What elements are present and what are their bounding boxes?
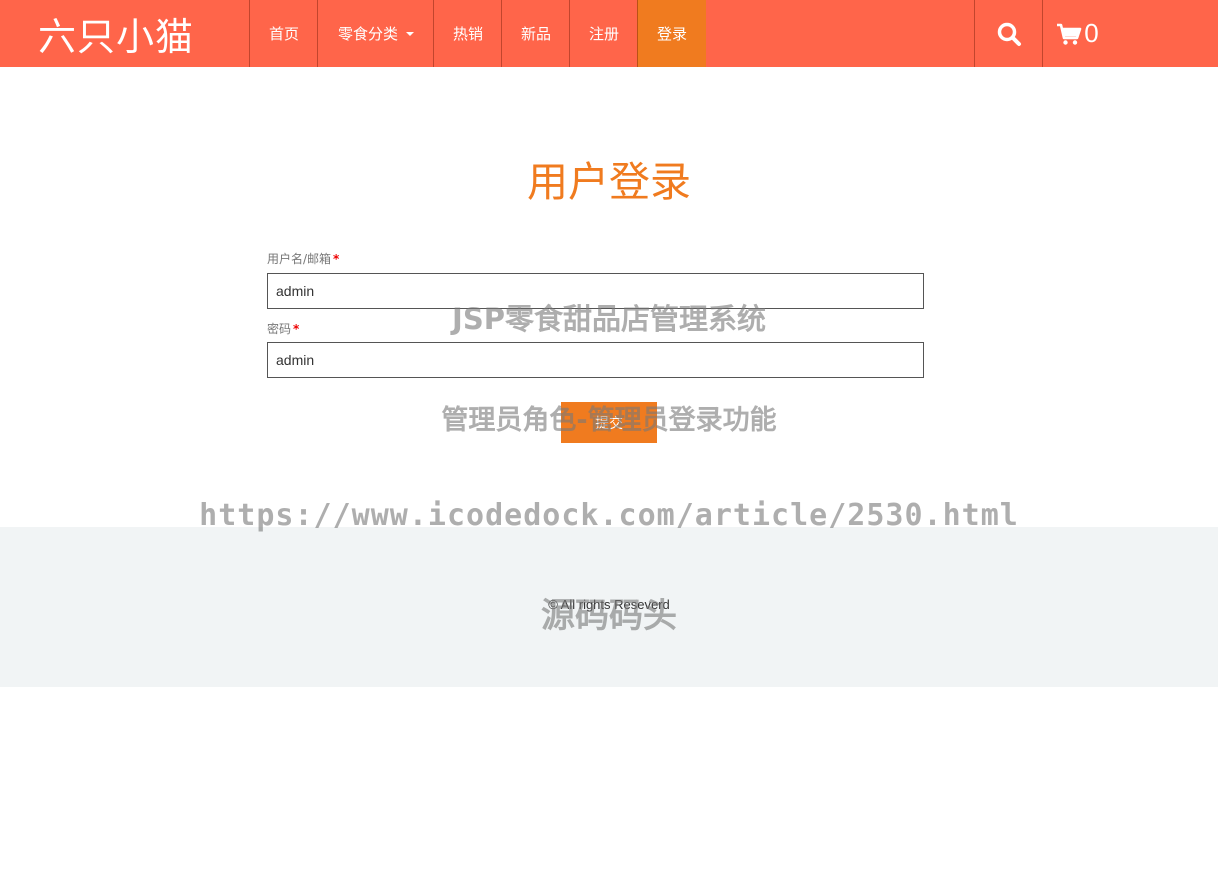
- brand-logo[interactable]: 六只小猫: [0, 0, 249, 67]
- nav-login-label: 登录: [656, 25, 687, 43]
- cart-icon: [1057, 23, 1082, 45]
- nav-register[interactable]: 注册: [569, 0, 638, 67]
- required-asterisk: *: [293, 322, 300, 336]
- username-label-text: 用户名/邮箱: [267, 252, 332, 266]
- submit-button[interactable]: 提交: [561, 402, 657, 443]
- copyright-text: © All rights Reseverd: [548, 597, 670, 612]
- nav-home-label: 首页: [268, 25, 299, 43]
- password-input[interactable]: [267, 342, 924, 378]
- search-icon: [997, 22, 1021, 46]
- cart-button[interactable]: 0: [1042, 0, 1112, 67]
- caret-down-icon: [406, 31, 414, 36]
- top-navbar: 六只小猫 首页 零食分类 热销 新品 注册 登录 0: [0, 0, 1218, 67]
- nav-new-label: 新品: [520, 25, 551, 43]
- nav-hot-label: 热销: [452, 25, 483, 43]
- nav-hot[interactable]: 热销: [433, 0, 502, 67]
- page-title: 用户登录: [527, 158, 691, 206]
- footer: © All rights Reseverd: [0, 527, 1218, 687]
- password-label-text: 密码: [267, 322, 292, 336]
- nav-snack-categories[interactable]: 零食分类: [317, 0, 434, 67]
- required-asterisk: *: [333, 252, 340, 266]
- username-input[interactable]: [267, 273, 924, 309]
- nav-register-label: 注册: [588, 25, 619, 43]
- nav-snack-categories-label: 零食分类: [337, 25, 398, 43]
- nav-new[interactable]: 新品: [501, 0, 570, 67]
- password-label: 密码 *: [267, 320, 299, 337]
- nav-login[interactable]: 登录: [637, 0, 706, 67]
- username-label: 用户名/邮箱 *: [267, 250, 339, 267]
- nav-home[interactable]: 首页: [249, 0, 318, 67]
- search-button[interactable]: [974, 0, 1043, 67]
- cart-count: 0: [1084, 18, 1099, 48]
